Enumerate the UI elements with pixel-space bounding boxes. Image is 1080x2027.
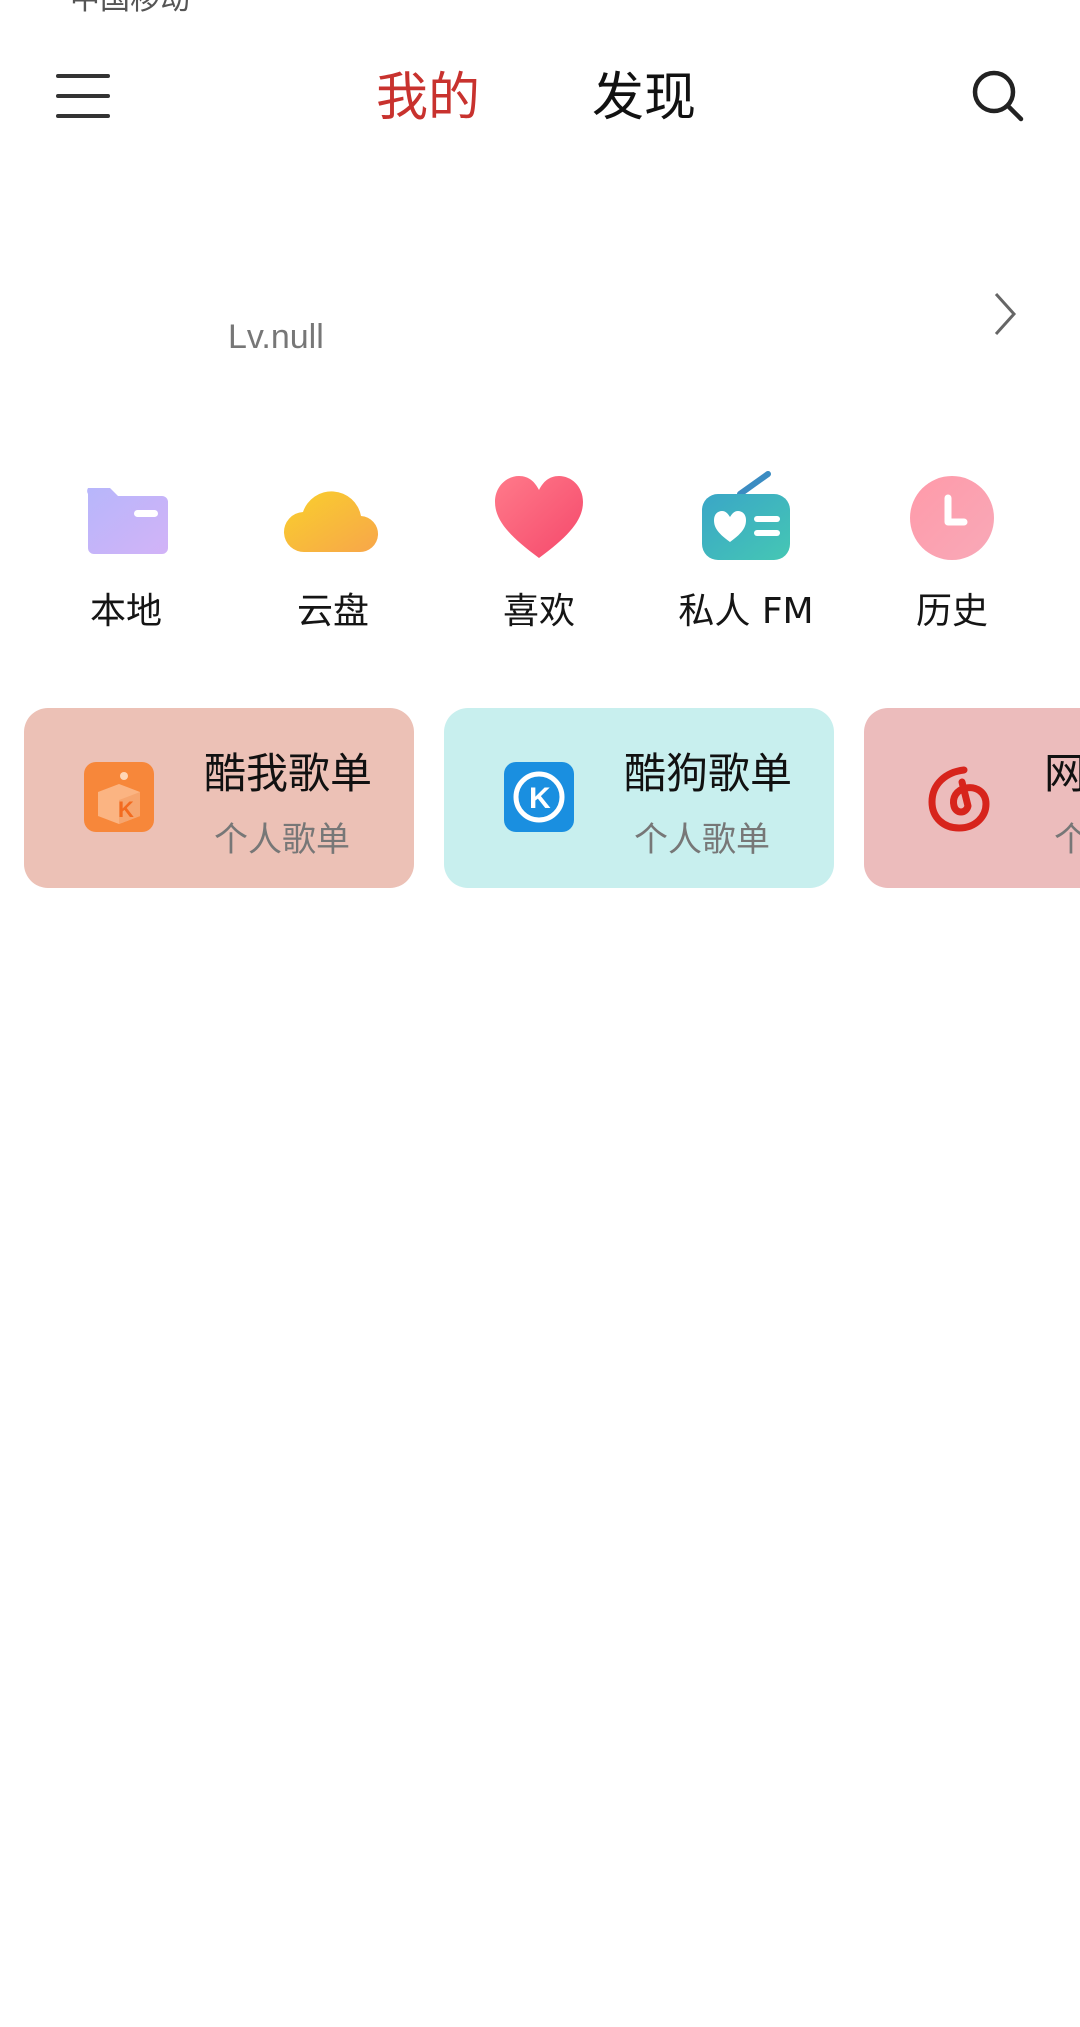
status-bar-carrier: 中国移动 [70, 0, 190, 18]
card-kugou-playlist[interactable]: K 酷狗歌单 个人歌单 [444, 708, 834, 888]
shortcut-cloud[interactable]: 云盘 [243, 468, 423, 638]
card-title: 网易云歌单 [1044, 749, 1080, 798]
shortcut-label: 历史 [915, 591, 988, 632]
cloud-icon [283, 491, 379, 553]
card-subtitle: 个人歌单 [634, 820, 770, 860]
shortcut-label: 喜欢 [502, 591, 575, 632]
user-level: Lv.null [228, 318, 324, 356]
tab-mine[interactable]: 我的 [376, 58, 480, 138]
profile-row[interactable]: Lv.null [0, 270, 1080, 400]
card-title: 酷狗歌单 [624, 749, 793, 798]
chevron-right-icon [994, 292, 1017, 336]
shortcut-label: 私人 FM [678, 591, 814, 632]
svg-text:K: K [118, 797, 134, 822]
clock-icon [910, 476, 994, 560]
shortcut-label: 本地 [89, 591, 162, 632]
kuwo-logo-icon: K [84, 762, 154, 832]
card-title: 酷我歌单 [204, 749, 373, 798]
top-tabs: 我的 发现 [0, 58, 1080, 138]
card-subtitle: 个人歌单 [1054, 820, 1080, 860]
card-subtitle: 个人歌单 [214, 820, 350, 860]
heart-icon [495, 476, 583, 558]
shortcut-history[interactable]: 历史 [862, 468, 1042, 638]
shortcut-favorites[interactable]: 喜欢 [449, 468, 629, 638]
shortcut-personal-fm[interactable]: 私人 FM [656, 468, 836, 638]
search-button[interactable] [966, 64, 1030, 128]
tab-discover[interactable]: 发现 [592, 58, 696, 138]
kugou-logo-icon: K [504, 762, 574, 832]
netease-logo-icon [928, 766, 990, 832]
svg-text:K: K [529, 782, 551, 815]
playlist-source-cards: K 酷我歌单 个人歌单 K 酷狗歌单 个人歌单 网易云歌单 个人歌单 [0, 708, 1080, 890]
shortcut-label: 云盘 [296, 591, 369, 632]
card-netease-playlist[interactable]: 网易云歌单 个人歌单 [864, 708, 1080, 888]
card-kuwo-playlist[interactable]: K 酷我歌单 个人歌单 [24, 708, 414, 888]
shortcut-local[interactable]: 本地 [36, 468, 216, 638]
search-icon [972, 70, 1024, 122]
folder-icon [87, 488, 168, 554]
radio-icon [702, 471, 790, 560]
